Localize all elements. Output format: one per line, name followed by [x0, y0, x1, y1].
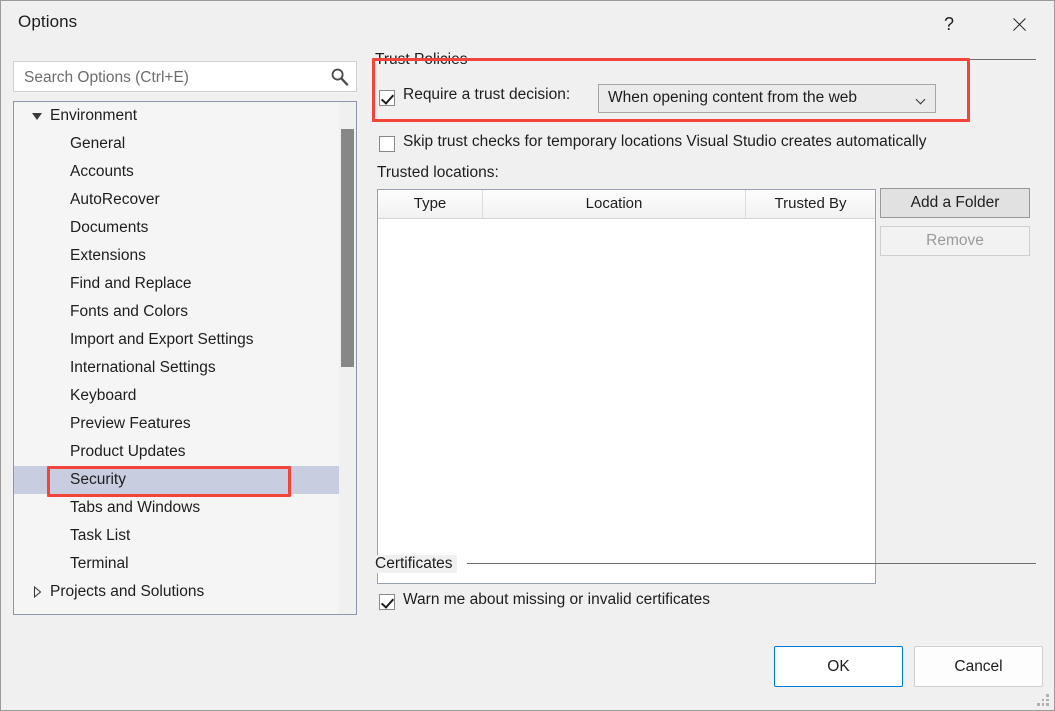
tree-item-general[interactable]: General: [14, 130, 356, 158]
chevron-down-icon: [917, 96, 926, 101]
trusted-locations-label: Trusted locations:: [377, 164, 499, 181]
tree-item-autorecover[interactable]: AutoRecover: [14, 186, 356, 214]
add-a-folder-button[interactable]: Add a Folder: [880, 188, 1030, 218]
cancel-button[interactable]: Cancel: [914, 646, 1043, 687]
tree-item-label: Environment: [50, 107, 138, 124]
trust-policies-group-label: Trust Policies: [373, 51, 472, 69]
remove-button: Remove: [880, 226, 1030, 256]
require-trust-decision-label: Require a trust decision:: [403, 86, 571, 103]
chevron-right-icon[interactable]: [33, 586, 42, 598]
search-box[interactable]: [13, 61, 357, 93]
remove-label: Remove: [926, 232, 984, 249]
tree-item-label: Product Updates: [70, 443, 186, 460]
search-input[interactable]: [22, 62, 326, 93]
tree-item-label: General: [70, 135, 126, 152]
close-icon: [1011, 16, 1028, 33]
window-title: Options: [18, 12, 78, 31]
help-button[interactable]: ?: [926, 1, 972, 47]
warn-certificates-label: Warn me about missing or invalid certifi…: [403, 591, 710, 608]
certificates-group-line: [467, 563, 1036, 564]
certificates-group-label: Certificates: [373, 555, 457, 573]
tree-item-label: Terminal: [70, 555, 129, 572]
tree-item-preview-features[interactable]: Preview Features: [14, 410, 356, 438]
warn-certificates-checkbox[interactable]: [379, 594, 395, 610]
options-dialog: Options ? Environment General Accounts Auto…: [0, 0, 1055, 711]
chevron-down-icon[interactable]: [32, 113, 42, 120]
tree-item-projects-and-solutions[interactable]: Projects and Solutions: [14, 578, 356, 606]
tree-item-label: Fonts and Colors: [70, 303, 189, 320]
tree-item-international-settings[interactable]: International Settings: [14, 354, 356, 382]
security-options-pane: Trust Policies Require a trust decision:…: [371, 51, 1043, 623]
tree-item-label: Find and Replace: [70, 275, 192, 292]
tree-item-label: Extensions: [70, 247, 146, 264]
column-header-location[interactable]: Location: [483, 190, 746, 218]
tree-item-label: Import and Export Settings: [70, 331, 254, 348]
question-mark-icon: ?: [943, 13, 954, 34]
ok-button[interactable]: OK: [774, 646, 903, 687]
tree-item-label: Accounts: [70, 163, 134, 180]
tree-item-fonts-and-colors[interactable]: Fonts and Colors: [14, 298, 356, 326]
tree-scrollbar-track[interactable]: [339, 102, 356, 614]
tree-item-label: International Settings: [70, 359, 216, 376]
trusted-locations-rows: [378, 219, 875, 583]
tree-item-label: Task List: [70, 527, 131, 544]
column-header-trusted-by[interactable]: Trusted By: [746, 190, 875, 218]
tree-item-label: Security: [70, 471, 126, 488]
tree-item-label: Projects and Solutions: [50, 583, 205, 600]
tree-item-product-updates[interactable]: Product Updates: [14, 438, 356, 466]
add-a-folder-label: Add a Folder: [910, 194, 1000, 211]
tree-item-accounts[interactable]: Accounts: [14, 158, 356, 186]
require-trust-decision-checkbox[interactable]: [379, 90, 395, 106]
ok-label: OK: [827, 657, 850, 675]
tree-item-terminal[interactable]: Terminal: [14, 550, 356, 578]
tree-item-environment[interactable]: Environment: [14, 102, 356, 130]
skip-trust-checks-label: Skip trust checks for temporary location…: [403, 133, 927, 150]
tree-item-documents[interactable]: Documents: [14, 214, 356, 242]
trusted-locations-header: Type Location Trusted By: [378, 190, 875, 219]
tree-item-label: Tabs and Windows: [70, 499, 201, 516]
trust-decision-dropdown-value: When opening content from the web: [608, 89, 858, 106]
trust-policies-group-line: [479, 59, 1036, 60]
trust-decision-dropdown[interactable]: When opening content from the web: [598, 84, 936, 113]
tree-item-label: AutoRecover: [70, 191, 160, 208]
title-bar: Options ?: [1, 1, 1054, 47]
tree-item-import-and-export-settings[interactable]: Import and Export Settings: [14, 326, 356, 354]
options-tree[interactable]: Environment General Accounts AutoRecover Doc…: [13, 101, 357, 615]
skip-trust-checks-checkbox[interactable]: [379, 136, 395, 152]
tree-item-security[interactable]: Security: [14, 466, 356, 494]
search-icon: [331, 68, 349, 86]
tree-item-extensions[interactable]: Extensions: [14, 242, 356, 270]
column-header-type[interactable]: Type: [378, 190, 483, 218]
tree-item-label: Keyboard: [70, 387, 137, 404]
close-button[interactable]: [996, 1, 1042, 47]
tree-item-tabs-and-windows[interactable]: Tabs and Windows: [14, 494, 356, 522]
trusted-locations-list[interactable]: Type Location Trusted By: [377, 189, 876, 584]
resize-grip[interactable]: [1037, 694, 1050, 707]
cancel-label: Cancel: [954, 657, 1003, 675]
tree-scrollbar-thumb[interactable]: [341, 129, 354, 367]
tree-item-find-and-replace[interactable]: Find and Replace: [14, 270, 356, 298]
tree-item-label: Preview Features: [70, 415, 191, 432]
tree-item-task-list[interactable]: Task List: [14, 522, 356, 550]
tree-item-label: Documents: [70, 219, 149, 236]
tree-item-keyboard[interactable]: Keyboard: [14, 382, 356, 410]
